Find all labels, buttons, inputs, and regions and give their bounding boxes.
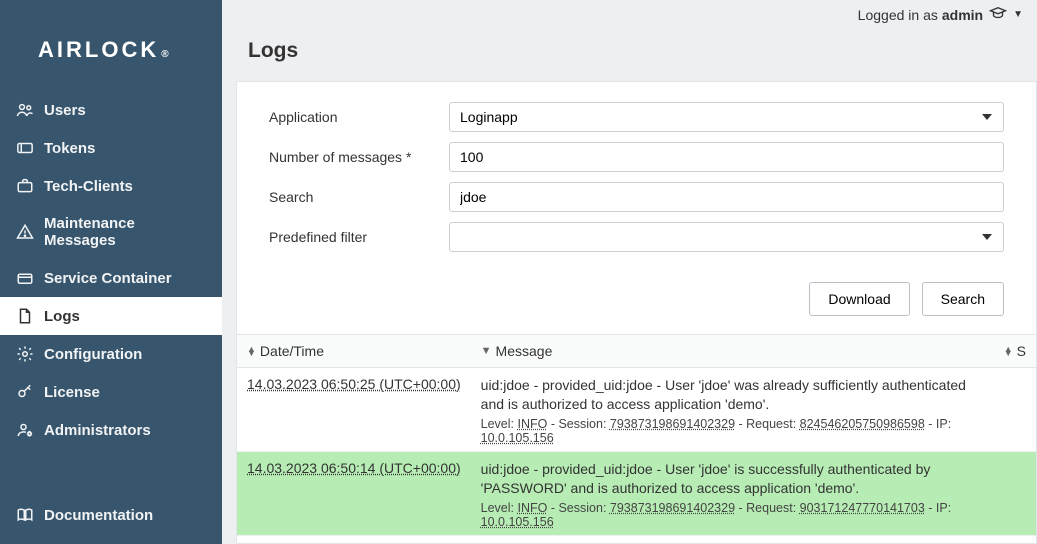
sidebar-item-service-container[interactable]: Service Container: [0, 259, 222, 297]
container-icon: [16, 269, 34, 287]
topbar: Logged in as admin ▼: [222, 0, 1037, 25]
th-datetime[interactable]: ▲▼ Date/Time: [237, 335, 471, 368]
sidebar-item-documentation[interactable]: Documentation: [0, 496, 222, 534]
sidebar-item-administrators[interactable]: Administrators: [0, 411, 222, 449]
sidebar-item-label: Service Container: [44, 270, 172, 287]
chevron-down-icon[interactable]: ▼: [1013, 9, 1023, 20]
main-content: Logged in as admin ▼ Logs Application Lo…: [222, 0, 1037, 544]
sidebar-item-license[interactable]: License: [0, 373, 222, 411]
logged-in-text: Logged in as: [858, 7, 938, 23]
sort-icon: ▲▼: [247, 347, 256, 355]
search-button[interactable]: Search: [922, 282, 1004, 316]
sort-desc-icon: ▼: [481, 349, 492, 353]
logs-table: ▲▼ Date/Time ▼ Message ▲: [237, 334, 1036, 544]
search-label: Search: [269, 189, 449, 205]
log-meta: Level: INFO - Session: 79387319869140232…: [481, 417, 984, 445]
logs-panel: Application Loginapp Number of messages …: [236, 81, 1037, 544]
sidebar-item-label: Tech-Clients: [44, 178, 133, 195]
log-level[interactable]: INFO: [518, 417, 548, 431]
sort-icon: ▲▼: [1004, 347, 1013, 355]
sidebar-item-configuration[interactable]: Configuration: [0, 335, 222, 373]
log-level[interactable]: INFO: [518, 501, 548, 515]
sidebar-item-label: License: [44, 384, 100, 401]
table-row[interactable]: 14.03.2023 06:50:25 (UTC+00:00) uid:jdoe …: [237, 368, 1036, 452]
table-row[interactable]: 14.03.2023 06:50:14 (UTC+00:00) uid:jdoe …: [237, 451, 1036, 535]
log-message: uid:jdoe - provided_uid:jdoe - User 'jdo…: [481, 460, 984, 498]
sidebar-item-tokens[interactable]: Tokens: [0, 129, 222, 167]
sidebar: AIRLOCK® Users Tokens Tech-Clients Maint…: [0, 0, 222, 544]
warning-icon: [16, 223, 34, 241]
log-datetime[interactable]: 14.03.2023 06:50:25 (UTC+00:00): [247, 376, 461, 392]
key-icon: [16, 383, 34, 401]
brand-logo: AIRLOCK®: [0, 0, 222, 91]
application-select[interactable]: Loginapp: [449, 102, 1004, 132]
log-message: uid:jdoe - provided_uid:jdoe - User 'jdo…: [481, 376, 984, 414]
sidebar-item-label: Documentation: [44, 507, 153, 524]
predefined-filter-label: Predefined filter: [269, 229, 449, 245]
application-label: Application: [269, 109, 449, 125]
sidebar-item-maintenance[interactable]: Maintenance Messages: [0, 205, 222, 259]
table-row[interactable]: 14.03.2023 06:50:14 (UTC+00:00)uid:jdoe …: [237, 535, 1036, 544]
document-icon: [16, 307, 34, 325]
log-ip[interactable]: 10.0.105.156: [481, 515, 554, 529]
download-button[interactable]: Download: [809, 282, 909, 316]
sidebar-item-users[interactable]: Users: [0, 91, 222, 129]
ticket-icon: [16, 139, 34, 157]
logged-in-user: admin: [942, 7, 983, 23]
log-session[interactable]: 793873198691402329: [610, 501, 735, 515]
main-nav: Users Tokens Tech-Clients Maintenance Me…: [0, 91, 222, 496]
page-title: Logs: [222, 25, 1037, 81]
th-s[interactable]: ▲▼ S: [994, 335, 1036, 368]
registered-icon: ®: [161, 49, 171, 60]
admin-icon: [16, 421, 34, 439]
num-messages-input[interactable]: [449, 142, 1004, 172]
graduate-icon: [983, 4, 1007, 25]
log-request[interactable]: 903171247770141703: [800, 501, 925, 515]
search-input[interactable]: [449, 182, 1004, 212]
gear-icon: [16, 345, 34, 363]
th-message[interactable]: ▼ Message: [471, 335, 994, 368]
log-request[interactable]: 824546205750986598: [800, 417, 925, 431]
log-datetime[interactable]: 14.03.2023 06:50:14 (UTC+00:00): [247, 460, 461, 476]
sidebar-item-label: Administrators: [44, 422, 151, 439]
book-icon: [16, 506, 34, 524]
sidebar-item-label: Tokens: [44, 140, 95, 157]
sidebar-item-label: Users: [44, 102, 86, 119]
sidebar-item-label: Logs: [44, 308, 80, 325]
predefined-filter-select[interactable]: [449, 222, 1004, 252]
sidebar-item-tech-clients[interactable]: Tech-Clients: [0, 167, 222, 205]
log-ip[interactable]: 10.0.105.156: [481, 431, 554, 445]
sidebar-item-label: Maintenance Messages: [44, 215, 206, 249]
sidebar-item-logs[interactable]: Logs: [0, 297, 222, 335]
users-icon: [16, 101, 34, 119]
log-session[interactable]: 793873198691402329: [610, 417, 735, 431]
log-meta: Level: INFO - Session: 79387319869140232…: [481, 501, 984, 529]
sidebar-item-label: Configuration: [44, 346, 142, 363]
num-messages-label: Number of messages *: [269, 149, 449, 165]
briefcase-icon: [16, 177, 34, 195]
